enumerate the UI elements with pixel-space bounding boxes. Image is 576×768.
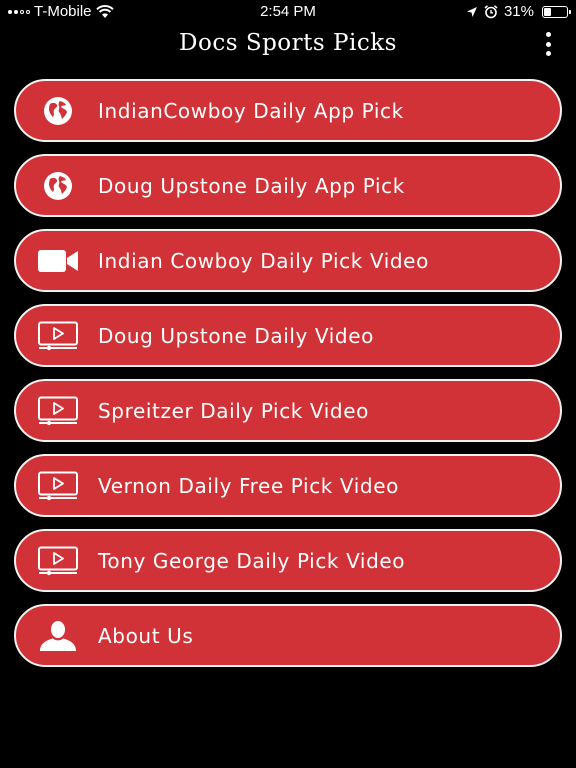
status-left: T-Mobile — [8, 3, 114, 20]
location-icon — [466, 6, 477, 17]
menu-item-label: Spreitzer Daily Pick Video — [98, 398, 369, 423]
menu-item-label: IndianCowboy Daily App Pick — [98, 98, 404, 123]
menu-list: IndianCowboy Daily App Pick Doug Upstone… — [14, 79, 562, 679]
video-player-icon — [36, 318, 80, 354]
more-vertical-icon[interactable] — [542, 32, 554, 56]
app-screen: T-Mobile 2:54 PM 31% Docs Sports Picks I… — [0, 0, 576, 768]
status-right: 31% — [466, 3, 571, 20]
menu-item-label: Vernon Daily Free Pick Video — [98, 473, 399, 498]
battery-level — [544, 7, 552, 16]
globe-icon — [36, 168, 80, 204]
battery-percent: 31% — [503, 3, 534, 20]
menu-item-label: About Us — [98, 623, 194, 648]
video-player-icon — [36, 393, 80, 429]
menu-item-label: Indian Cowboy Daily Pick Video — [98, 248, 429, 273]
user-icon — [36, 618, 80, 654]
menu-item-label: Doug Upstone Daily App Pick — [98, 173, 405, 198]
page-title: Docs Sports Picks — [179, 30, 397, 56]
video-camera-icon — [36, 243, 80, 279]
menu-item-vernon-video[interactable]: Vernon Daily Free Pick Video — [14, 454, 562, 517]
menu-item-doug-upstone-video[interactable]: Doug Upstone Daily Video — [14, 304, 562, 367]
signal-icon — [8, 9, 30, 14]
status-bar: T-Mobile 2:54 PM 31% — [0, 0, 576, 24]
battery-icon — [542, 5, 571, 18]
menu-item-spreitzer-video[interactable]: Spreitzer Daily Pick Video — [14, 379, 562, 442]
globe-icon — [36, 93, 80, 129]
menu-item-tony-george-video[interactable]: Tony George Daily Pick Video — [14, 529, 562, 592]
menu-item-indiancowboy-app-pick[interactable]: IndianCowboy Daily App Pick — [14, 79, 562, 142]
video-player-icon — [36, 468, 80, 504]
menu-item-about-us[interactable]: About Us — [14, 604, 562, 667]
carrier-name: T-Mobile — [34, 3, 92, 20]
menu-item-label: Tony George Daily Pick Video — [98, 548, 406, 573]
alarm-icon — [484, 4, 498, 18]
wifi-icon — [95, 4, 114, 18]
menu-item-indian-cowboy-video[interactable]: Indian Cowboy Daily Pick Video — [14, 229, 562, 292]
video-player-icon — [36, 543, 80, 579]
navigation-bar: Docs Sports Picks — [0, 24, 576, 68]
menu-item-doug-upstone-app-pick[interactable]: Doug Upstone Daily App Pick — [14, 154, 562, 217]
menu-item-label: Doug Upstone Daily Video — [98, 323, 374, 348]
